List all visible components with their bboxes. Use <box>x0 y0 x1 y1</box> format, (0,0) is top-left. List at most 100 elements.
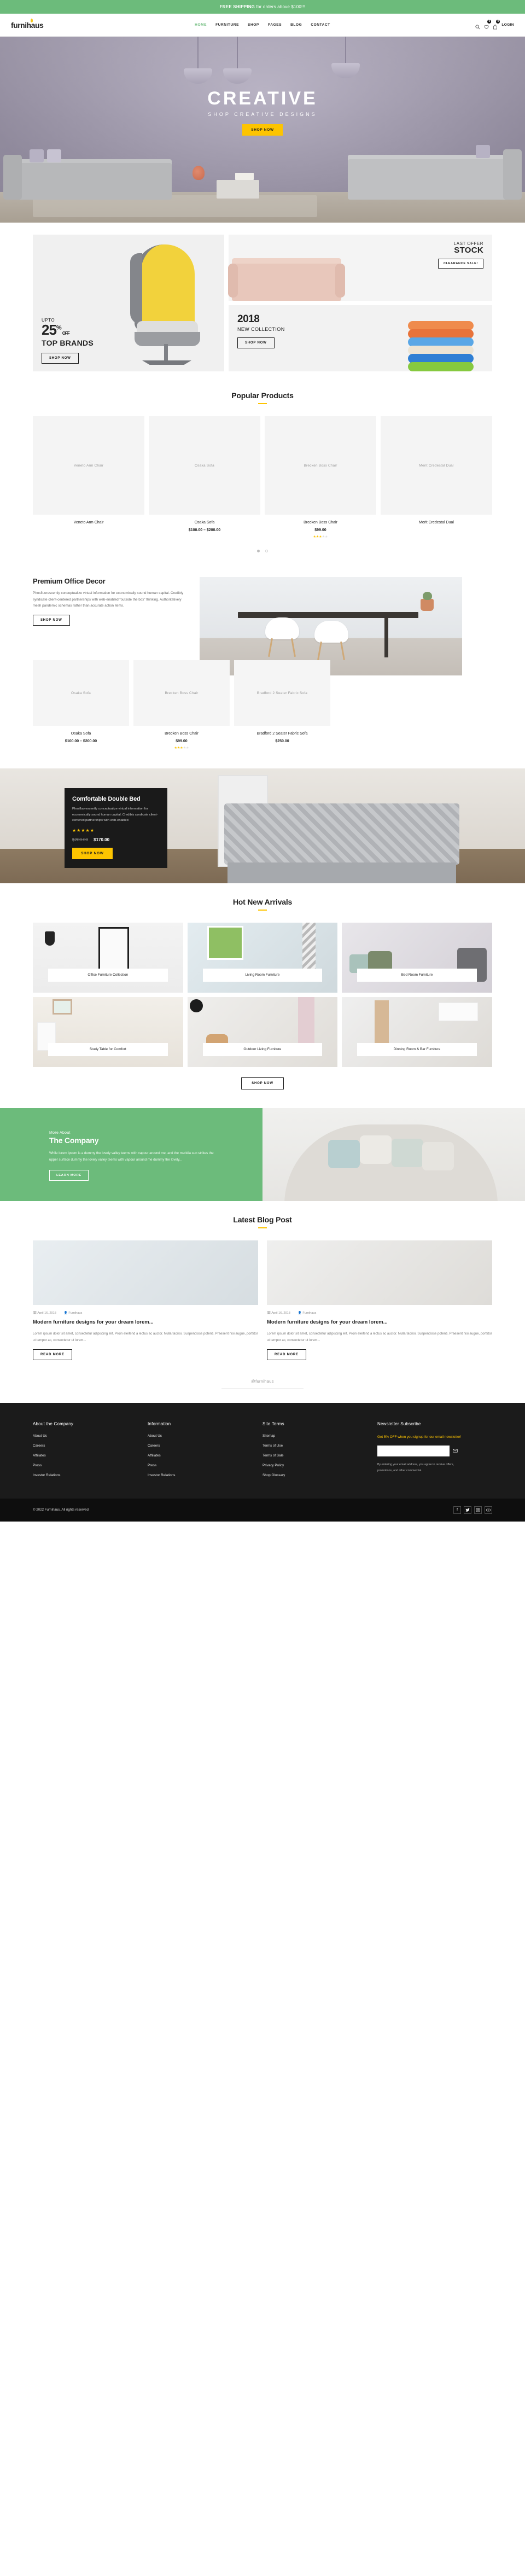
office-title: Premium Office Decor <box>33 577 106 585</box>
blog-heading-block: Latest Blog Post <box>33 1201 492 1228</box>
company-learn-more-button[interactable]: LEARN MORE <box>49 1169 89 1181</box>
footer-link[interactable]: Careers <box>148 1444 262 1448</box>
promo-card-top-brands[interactable]: UPTO 25%OFF TOP BRANDS SHOP NOW <box>33 235 224 371</box>
carousel-dot-1[interactable] <box>256 550 260 552</box>
youtube-icon[interactable] <box>485 1506 492 1514</box>
page-root: FREE SHIPPING for orders above $100!!! f… <box>0 0 525 1522</box>
send-mail-icon[interactable] <box>453 1446 458 1456</box>
blog-grid: 🗓 April 16, 2018 👤 Furnihaus Modern furn… <box>33 1240 492 1360</box>
product-price: $100.00 – $200.00 <box>188 528 221 532</box>
arrival-card[interactable]: Office Furniture Collection <box>33 923 183 993</box>
arrival-label: Study Table for Comfort <box>48 1043 168 1056</box>
footer-link[interactable]: Press <box>148 1464 262 1467</box>
product-price: $99.00 <box>176 739 188 743</box>
arrival-label: Outdoor Living Furniture <box>202 1043 323 1056</box>
product-image: Osaka Sofa <box>33 660 129 726</box>
wishlist-icon[interactable]: 0 <box>484 20 492 30</box>
bed-prices: $200.00 $170.00 <box>72 837 160 842</box>
pendant-lamp-icon <box>223 37 252 84</box>
footer-link[interactable]: Affiliates <box>33 1454 148 1458</box>
blog-title[interactable]: Modern furniture designs for your dream … <box>267 1319 492 1326</box>
blog-title[interactable]: Modern furniture designs for your dream … <box>33 1319 258 1326</box>
product-card[interactable]: Brecken Boss Chair Brecken Boss Chair $9… <box>265 416 376 539</box>
footer-link[interactable]: Affiliates <box>148 1454 262 1458</box>
promo-bottom-shop-now-button[interactable]: SHOP NOW <box>237 337 275 348</box>
arrival-card[interactable]: Outdoor Living Furniture <box>187 997 338 1067</box>
hero-shop-now-button[interactable]: SHOP NOW <box>242 124 283 136</box>
blog-card[interactable]: 🗓 April 16, 2018 👤 Furnihaus Modern furn… <box>267 1240 492 1360</box>
blog-read-more-button[interactable]: READ MORE <box>33 1349 72 1360</box>
cart-count: 0 <box>496 20 500 24</box>
footer-link[interactable]: Terms of Sale <box>262 1454 377 1458</box>
footer-link[interactable]: Press <box>33 1464 148 1467</box>
footer-link[interactable]: Sitemap <box>262 1434 377 1438</box>
footer-link[interactable]: Shop Glossary <box>262 1473 377 1477</box>
main-navigation: HOME FURNITURE SHOP PAGES BLOG CONTACT <box>109 23 416 27</box>
hero-coffee-table <box>217 180 259 199</box>
footer-link[interactable]: About Us <box>33 1434 148 1438</box>
arrival-card[interactable]: Bed Room Furniture <box>342 923 492 993</box>
promo-card-last-offer[interactable]: LAST OFFER STOCK CLEARANCE SALE! <box>228 235 492 301</box>
announcement-bold: FREE SHIPPING <box>219 4 255 9</box>
arrivals-shop-now-button[interactable]: SHOP NOW <box>241 1077 284 1089</box>
carousel-dot-2[interactable] <box>265 550 269 552</box>
product-name: Brecken Boss Chair <box>304 521 337 524</box>
twitter-icon[interactable] <box>464 1506 471 1514</box>
footer-link[interactable]: Privacy Policy <box>262 1464 377 1467</box>
site-logo[interactable]: furnihaus <box>11 18 109 30</box>
clearance-sale-badge[interactable]: CLEARANCE SALE! <box>438 258 483 269</box>
instagram-icon[interactable] <box>474 1506 482 1514</box>
login-link[interactable]: LOGIN <box>501 23 514 27</box>
blog-read-more-button[interactable]: READ MORE <box>267 1349 306 1360</box>
product-name: Merit Credestal Dual <box>419 521 454 524</box>
newsletter-form <box>377 1446 492 1457</box>
bed-body: Phosfluorescently conceptualize virtual … <box>72 807 158 823</box>
promo-left-shop-now-button[interactable]: SHOP NOW <box>42 353 79 364</box>
product-card[interactable]: Osaka Sofa Osaka Sofa $100.00 – $200.00 <box>149 416 260 539</box>
product-image: Osaka Sofa <box>149 416 260 515</box>
round-sofa-shape <box>284 1124 498 1201</box>
office-shop-now-button[interactable]: SHOP NOW <box>33 614 70 626</box>
footer-link[interactable]: Terms of Use <box>262 1444 377 1448</box>
footer-link[interactable]: Investor Relations <box>33 1473 148 1477</box>
bed-image <box>224 801 459 883</box>
facebook-icon[interactable]: f <box>453 1506 461 1514</box>
footer-link[interactable]: Investor Relations <box>148 1473 262 1477</box>
pillow-shape <box>360 1135 392 1164</box>
footer-link[interactable]: Careers <box>33 1444 148 1448</box>
nav-item-shop[interactable]: SHOP <box>248 23 259 27</box>
newsletter-email-input[interactable] <box>377 1446 450 1457</box>
arrival-card[interactable]: Study Table for Comfort <box>33 997 183 1067</box>
footer-link[interactable]: About Us <box>148 1434 262 1438</box>
nav-item-furniture[interactable]: FURNITURE <box>215 23 239 27</box>
heading-underline <box>258 910 267 911</box>
blog-section: Latest Blog Post 🗓 April 16, 2018 👤 Furn… <box>33 1201 492 1360</box>
blog-card[interactable]: 🗓 April 16, 2018 👤 Furnihaus Modern furn… <box>33 1240 258 1360</box>
product-name: Osaka Sofa <box>194 521 215 524</box>
product-card[interactable]: Bradford 2 Seater Fabric Sofa Bradford 2… <box>234 660 330 750</box>
nav-item-home[interactable]: HOME <box>195 23 207 27</box>
product-card[interactable]: Brecken Boss Chair Brecken Boss Chair $9… <box>133 660 230 750</box>
arrival-card[interactable]: Dinning Room & Bar Furniture <box>342 997 492 1067</box>
hero-sofa-right <box>348 145 522 200</box>
pillow-stack-image <box>408 321 474 371</box>
nav-item-contact[interactable]: CONTACT <box>311 23 330 27</box>
nav-item-blog[interactable]: BLOG <box>290 23 302 27</box>
office-products-grid: Osaka Sofa Osaka Sofa $100.00 – $200.00 … <box>33 660 492 750</box>
product-card[interactable]: Veneto Arm Chair Veneto Arm Chair <box>33 416 144 539</box>
bed-shop-now-button[interactable]: SHOP NOW <box>72 848 113 860</box>
product-card[interactable]: Osaka Sofa Osaka Sofa $100.00 – $200.00 <box>33 660 129 750</box>
product-image: Merit Credestal Dual <box>381 416 492 515</box>
footer-column-site-terms: Site Terms Sitemap Terms of Use Terms of… <box>262 1421 377 1483</box>
nav-item-pages[interactable]: PAGES <box>268 23 282 27</box>
site-footer: About the Company About Us Careers Affil… <box>0 1402 525 1499</box>
arrival-card[interactable]: Living Room Furniture <box>187 923 338 993</box>
instagram-handle[interactable]: @furnihaus <box>0 1379 525 1384</box>
promo-card-new-collection[interactable]: 2018 NEW COLLECTION SHOP NOW <box>229 305 492 371</box>
blog-author: 👤 Furnihaus <box>298 1312 317 1315</box>
search-icon[interactable] <box>475 22 480 30</box>
cart-icon[interactable]: 0 <box>493 20 500 30</box>
promo-discount-number: 25 <box>42 322 57 338</box>
wishlist-count: 0 <box>487 20 492 24</box>
product-card[interactable]: Merit Credestal Dual Merit Credestal Dua… <box>381 416 492 539</box>
